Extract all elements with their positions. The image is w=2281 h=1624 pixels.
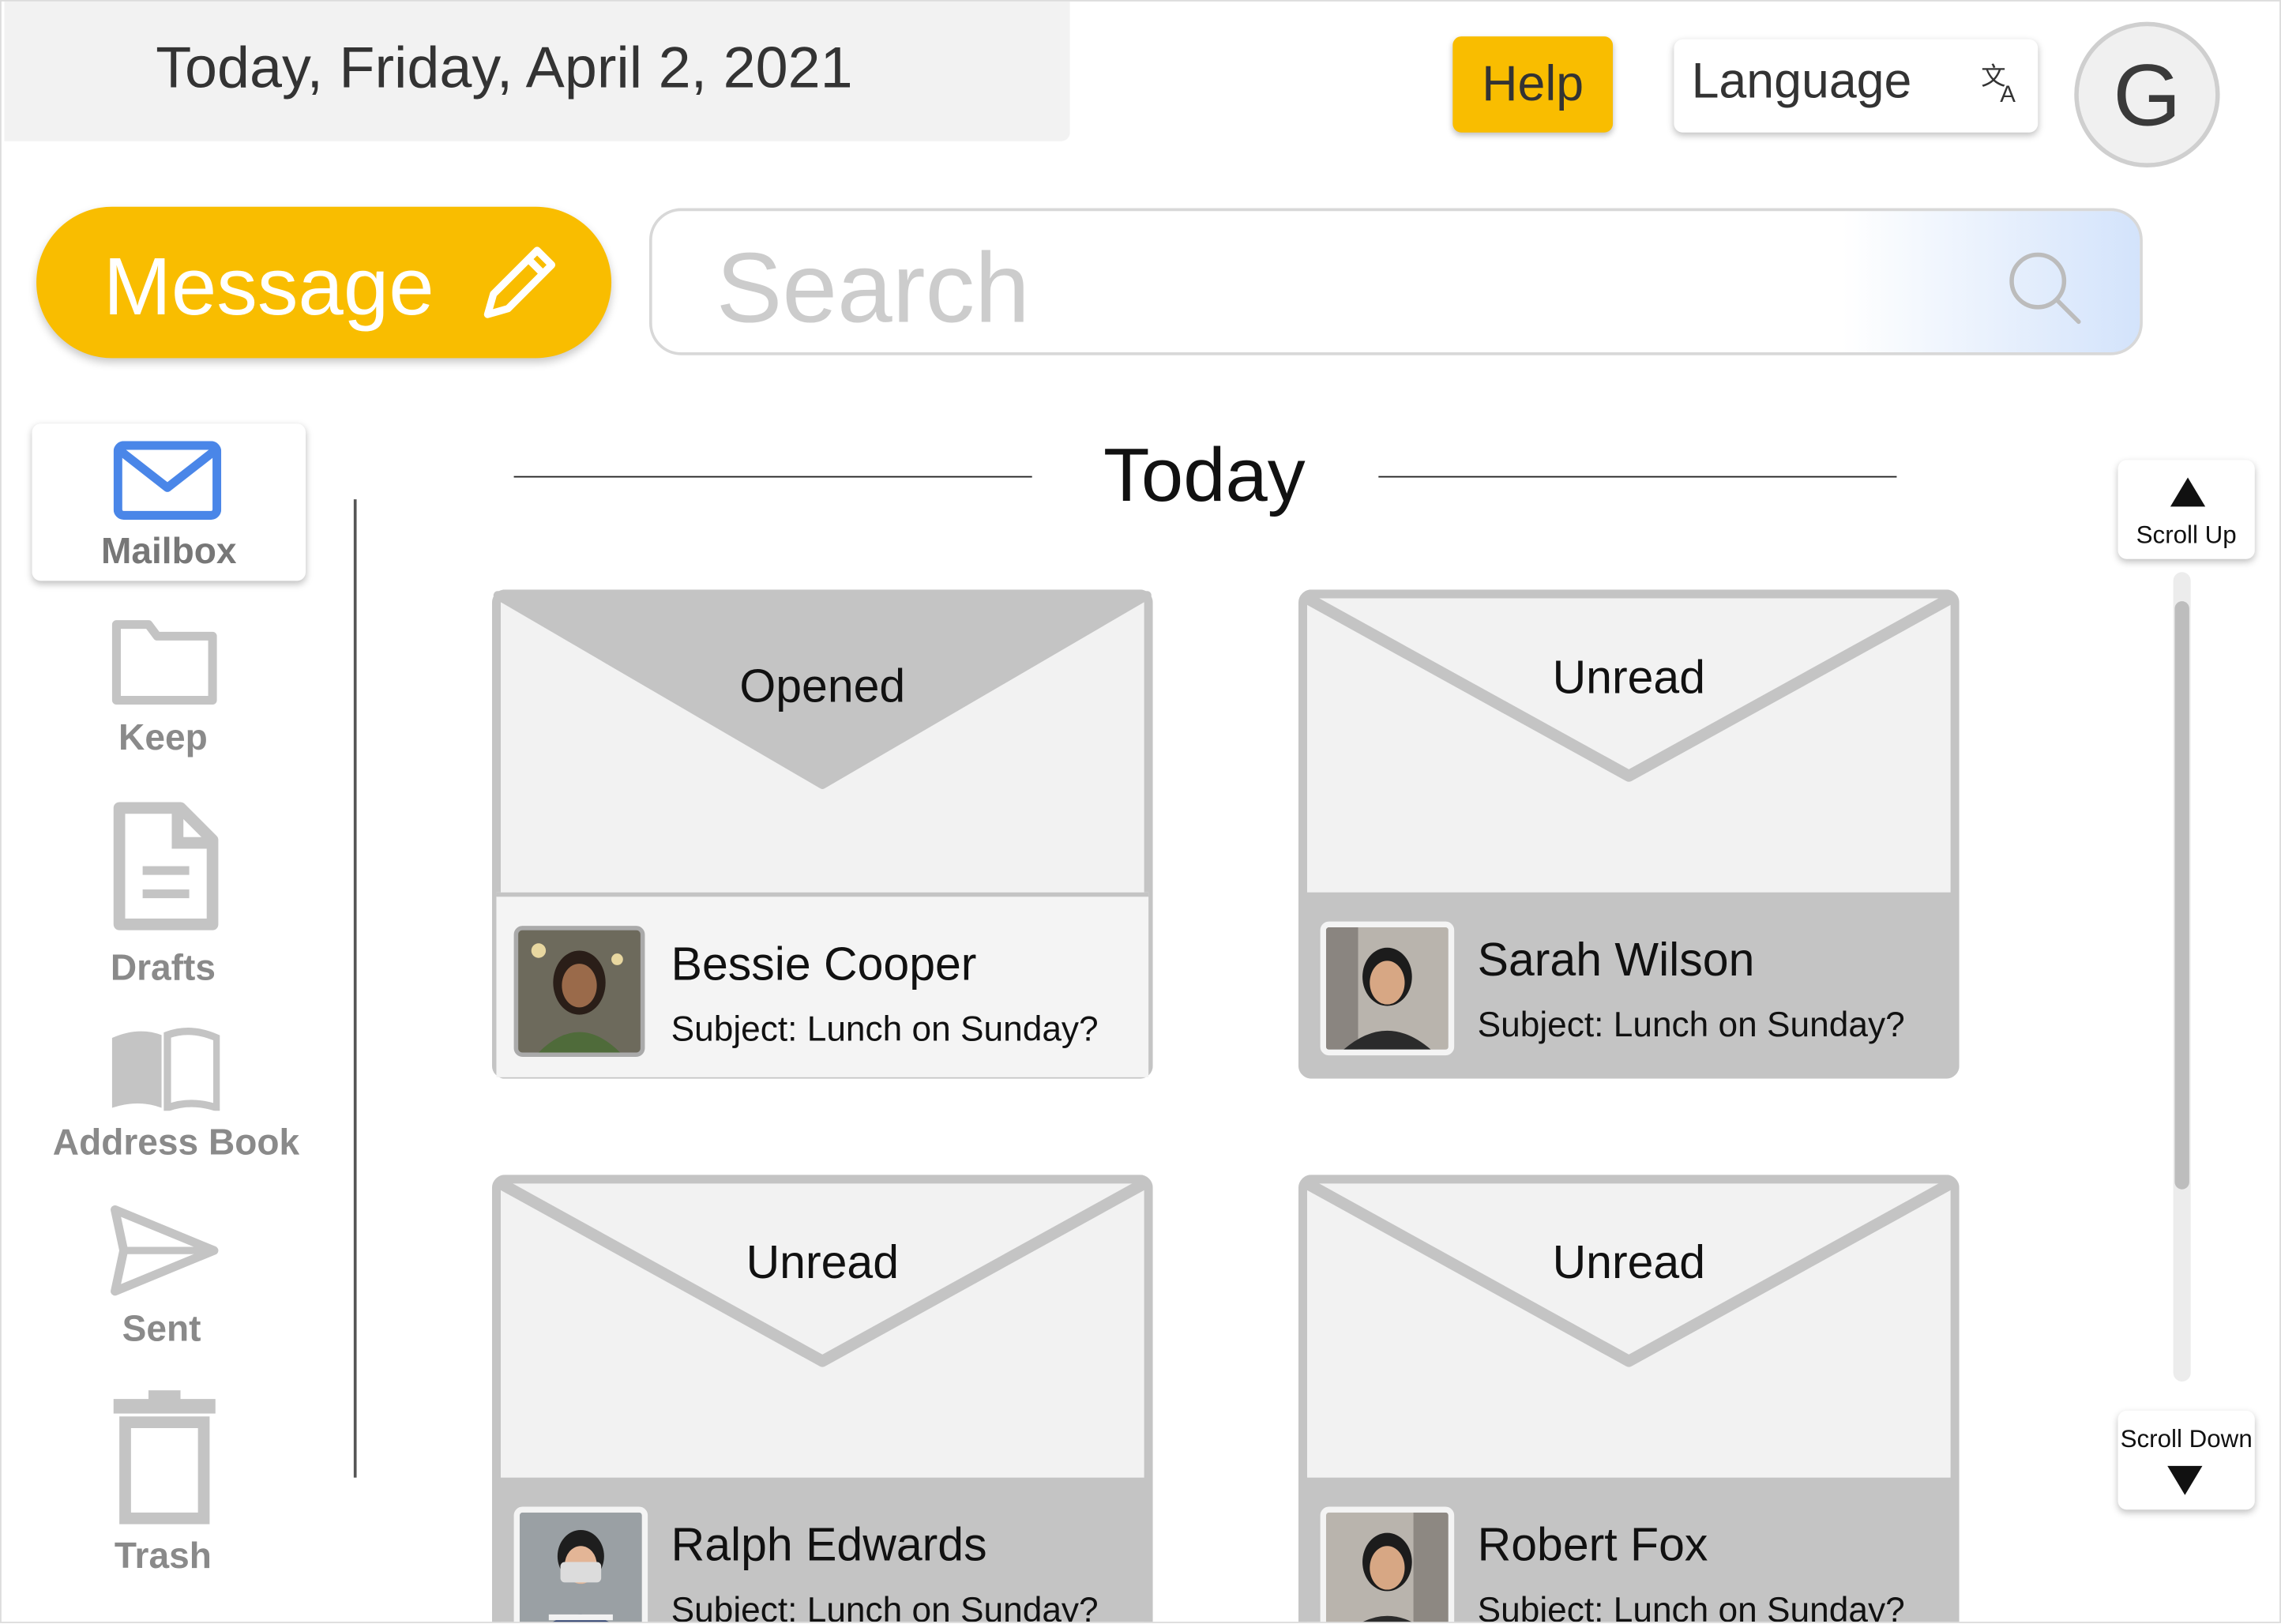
divider-line [1378, 476, 1897, 478]
message-subject: Subject: Lunch on Sunday? [1477, 1591, 1905, 1623]
message-subject: Subject: Lunch on Sunday? [671, 1591, 1099, 1623]
scroll-up-button[interactable]: Scroll Up [2118, 460, 2255, 559]
sidebar-item-label: Trash [114, 1536, 212, 1577]
message-subject: Subject: Lunch on Sunday? [1477, 1006, 1905, 1046]
sender-avatar [1320, 921, 1455, 1056]
new-message-label: Message [103, 240, 434, 333]
new-message-button[interactable]: Message [36, 206, 612, 359]
message-footer: Ralph Edwards Subject: Lunch on Sunday? [496, 1477, 1149, 1623]
current-date: Today, Friday, April 2, 2021 [156, 36, 853, 101]
account-avatar[interactable]: G [2074, 21, 2220, 167]
sender-name: Sarah Wilson [1477, 933, 1755, 986]
arrow-down-icon [2167, 1465, 2203, 1495]
sidebar-item-trash[interactable]: Trash [26, 1390, 299, 1580]
message-footer: Robert Fox Subject: Lunch on Sunday? [1302, 1477, 1956, 1623]
sender-avatar [1320, 1506, 1455, 1622]
message-footer: Bessie Cooper Subject: Lunch on Sunday? [496, 892, 1149, 1077]
message-card[interactable]: Unread Sarah Wilson Subject: Lunch on Su… [1298, 589, 1960, 1079]
search-placeholder: Search [716, 232, 1030, 344]
sidebar-item-drafts[interactable]: Drafts [26, 799, 299, 989]
message-status: Unread [1552, 1235, 1706, 1289]
section-title: Today [1103, 434, 1306, 519]
document-icon [113, 802, 219, 930]
scrollbar-thumb[interactable] [2174, 601, 2189, 1190]
help-button[interactable]: Help [1452, 36, 1614, 133]
sidebar-item-label: Drafts [110, 947, 216, 989]
mail-app: Today, Friday, April 2, 2021 Help Langua… [0, 0, 2281, 1623]
divider-line [513, 476, 1032, 478]
scroll-down-button[interactable]: Scroll Down [2118, 1410, 2255, 1510]
sidebar-item-sent[interactable]: Sent [24, 1201, 298, 1352]
send-icon [111, 1205, 219, 1296]
sidebar-item-keep[interactable]: Keep [26, 613, 299, 765]
sidebar-divider [353, 499, 357, 1478]
sidebar-item-address-book[interactable]: Address Book [39, 1024, 313, 1169]
sender-name: Ralph Edwards [671, 1518, 987, 1571]
sender-avatar [513, 926, 645, 1058]
translate-icon: 文 A [1981, 62, 2016, 107]
message-footer: Sarah Wilson Subject: Lunch on Sunday? [1302, 892, 1956, 1073]
arrow-up-icon [2170, 477, 2206, 507]
scroll-down-label: Scroll Down [2120, 1425, 2253, 1453]
scroll-up-label: Scroll Up [2136, 521, 2237, 549]
sender-name: Robert Fox [1477, 1518, 1708, 1571]
sidebar-item-label: Sent [122, 1308, 201, 1350]
message-status: Opened [739, 659, 906, 712]
message-subject: Subject: Lunch on Sunday? [671, 1010, 1099, 1050]
message-status: Unread [746, 1235, 899, 1289]
mail-icon [113, 441, 222, 520]
sidebar-item-label: Keep [118, 717, 208, 759]
language-button[interactable]: Language 文 A [1674, 39, 2039, 133]
pencil-icon [483, 246, 556, 318]
sidebar-item-label: Mailbox [101, 531, 237, 573]
sidebar-item-label: Address Book [52, 1122, 300, 1163]
book-icon [111, 1028, 220, 1111]
message-status: Unread [1552, 650, 1706, 704]
svg-text:A: A [2000, 81, 2016, 107]
message-card[interactable]: Unread Robert Fox Subject: Lunch on Sund… [1298, 1175, 1960, 1623]
trash-icon [113, 1390, 216, 1524]
sender-avatar [513, 1506, 648, 1622]
message-card[interactable]: Unread Ralph Edwards Subject: Lunch on S… [491, 1175, 1153, 1623]
sidebar-item-mailbox[interactable]: Mailbox [32, 423, 306, 581]
sender-name: Bessie Cooper [671, 937, 977, 991]
language-label: Language [1691, 54, 1912, 110]
search-input[interactable]: Search [648, 208, 2143, 355]
folder-icon [111, 620, 217, 705]
message-card[interactable]: Opened Bessie Cooper Subject: Lunch on S… [491, 589, 1153, 1079]
search-icon[interactable] [2003, 246, 2084, 327]
